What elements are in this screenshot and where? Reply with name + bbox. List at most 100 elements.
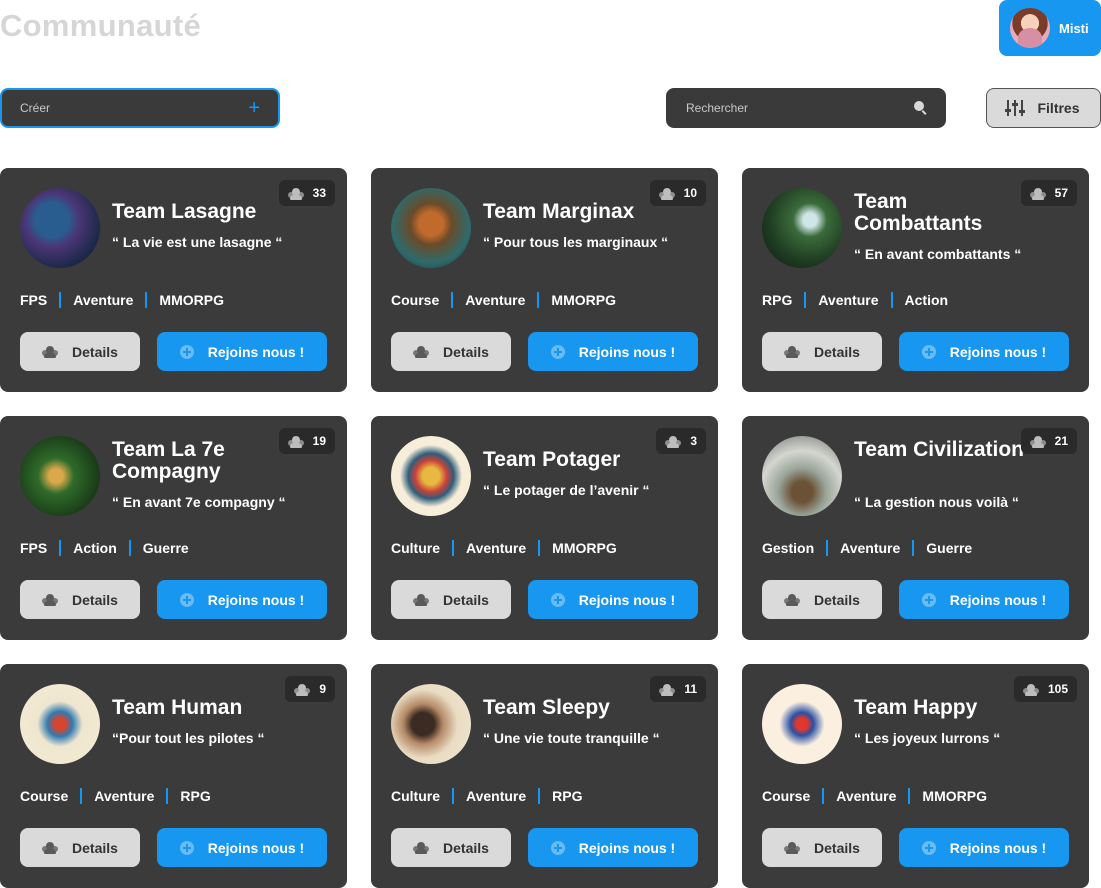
- people-icon: [413, 346, 429, 358]
- join-button[interactable]: Rejoins nous !: [528, 332, 698, 371]
- create-button[interactable]: Créer +: [0, 88, 280, 128]
- join-label: Rejoins nous !: [949, 839, 1047, 856]
- people-icon: [784, 594, 800, 606]
- members-count: 9: [319, 682, 326, 696]
- tag-list: FPS Action Guerre: [20, 536, 201, 560]
- team-quote: “ En avant 7e compagny “: [112, 494, 286, 510]
- team-quote: “ Les joyeux lurrons “: [854, 730, 1001, 746]
- team-quote: “ Une vie toute tranquille “: [483, 730, 660, 746]
- join-label: Rejoins nous !: [578, 839, 676, 856]
- profile-button[interactable]: Misti: [999, 0, 1101, 56]
- join-button[interactable]: Rejoins nous !: [528, 580, 698, 619]
- join-button[interactable]: Rejoins nous !: [157, 332, 327, 371]
- details-button[interactable]: Details: [391, 332, 511, 371]
- tag-label: Culture: [391, 540, 440, 556]
- members-badge: 21: [1020, 428, 1077, 454]
- filters-button[interactable]: Filtres: [986, 88, 1101, 128]
- details-button[interactable]: Details: [762, 580, 882, 619]
- search-icon[interactable]: [914, 101, 928, 115]
- details-label: Details: [443, 343, 489, 360]
- sliders-icon: [1005, 100, 1026, 116]
- join-label: Rejoins nous !: [578, 591, 676, 608]
- members-count: 3: [690, 434, 697, 448]
- details-label: Details: [72, 839, 118, 856]
- people-icon: [413, 842, 429, 854]
- members-count: 11: [684, 682, 697, 696]
- search-input[interactable]: [686, 101, 914, 115]
- team-name: Team Sleepy: [483, 696, 610, 719]
- plus-circle-icon: [921, 840, 936, 855]
- details-button[interactable]: Details: [391, 828, 511, 867]
- join-label: Rejoins nous !: [207, 839, 305, 856]
- join-button[interactable]: Rejoins nous !: [899, 828, 1069, 867]
- tag-label: MMORPG: [908, 788, 999, 804]
- people-icon: [1030, 187, 1046, 200]
- team-name: Team Marginax: [483, 200, 635, 223]
- team-card: Team Combattants “ En avant combattants …: [742, 168, 1089, 392]
- team-card: Team Human “Pour tout les pilotes “ 9 Co…: [0, 664, 347, 888]
- avatar: [1010, 8, 1050, 48]
- join-button[interactable]: Rejoins nous !: [528, 828, 698, 867]
- people-icon: [288, 435, 304, 448]
- tag-label: Guerre: [128, 540, 201, 556]
- team-avatar: [20, 436, 100, 516]
- people-icon: [665, 435, 681, 448]
- details-label: Details: [72, 343, 118, 360]
- join-button[interactable]: Rejoins nous !: [157, 580, 327, 619]
- members-badge: 10: [649, 180, 706, 206]
- members-badge: 19: [278, 428, 335, 454]
- details-button[interactable]: Details: [762, 332, 882, 371]
- team-card: Team Marginax “ Pour tous les marginaux …: [371, 168, 718, 392]
- details-button[interactable]: Details: [20, 828, 140, 867]
- tag-list: Course Aventure RPG: [20, 784, 223, 808]
- team-card: Team Lasagne “ La vie est une lasagne “ …: [0, 168, 347, 392]
- join-button[interactable]: Rejoins nous !: [157, 828, 327, 867]
- members-count: 57: [1054, 186, 1068, 200]
- join-label: Rejoins nous !: [207, 343, 305, 360]
- join-button[interactable]: Rejoins nous !: [899, 580, 1069, 619]
- members-count: 105: [1047, 682, 1068, 696]
- plus-circle-icon: [550, 840, 565, 855]
- team-avatar: [391, 684, 471, 764]
- details-label: Details: [443, 839, 489, 856]
- team-card: Team Civilization “ La gestion nous voil…: [742, 416, 1089, 640]
- tag-label: Aventure: [822, 788, 908, 804]
- team-name: Team Civilization: [854, 438, 1024, 461]
- team-quote: “ La gestion nous voilà “: [854, 494, 1019, 510]
- members-count: 21: [1054, 434, 1068, 448]
- details-button[interactable]: Details: [762, 828, 882, 867]
- details-button[interactable]: Details: [20, 580, 140, 619]
- team-avatar: [20, 684, 100, 764]
- join-label: Rejoins nous !: [207, 591, 305, 608]
- team-avatar: [20, 188, 100, 268]
- tag-label: Aventure: [80, 788, 166, 804]
- join-label: Rejoins nous !: [949, 591, 1047, 608]
- members-badge: 3: [656, 428, 706, 454]
- tag-list: Culture Aventure MMORPG: [391, 536, 629, 560]
- people-icon: [288, 187, 304, 200]
- team-name: Team Human: [112, 696, 243, 719]
- members-badge: 33: [278, 180, 335, 206]
- details-label: Details: [443, 591, 489, 608]
- team-quote: “ Pour tous les marginaux “: [483, 234, 669, 250]
- people-icon: [294, 683, 310, 696]
- people-icon: [42, 842, 58, 854]
- team-name: Team Happy: [854, 696, 978, 719]
- plus-circle-icon: [179, 344, 194, 359]
- team-quote: “ Le potager de l’avenir “: [483, 482, 650, 498]
- team-name: Team Lasagne: [112, 200, 257, 223]
- details-button[interactable]: Details: [391, 580, 511, 619]
- filters-label: Filtres: [1037, 100, 1080, 116]
- team-quote: “Pour tout les pilotes “: [112, 730, 265, 746]
- tag-list: Gestion Aventure Guerre: [762, 536, 984, 560]
- details-label: Details: [814, 343, 860, 360]
- team-quote: “ En avant combattants “: [854, 246, 1022, 262]
- plus-icon: +: [248, 97, 260, 119]
- details-label: Details: [814, 591, 860, 608]
- details-button[interactable]: Details: [20, 332, 140, 371]
- tag-label: Course: [20, 788, 69, 804]
- join-button[interactable]: Rejoins nous !: [899, 332, 1069, 371]
- tag-list: Course Aventure MMORPG: [391, 288, 628, 312]
- people-icon: [42, 594, 58, 606]
- team-avatar: [391, 436, 471, 516]
